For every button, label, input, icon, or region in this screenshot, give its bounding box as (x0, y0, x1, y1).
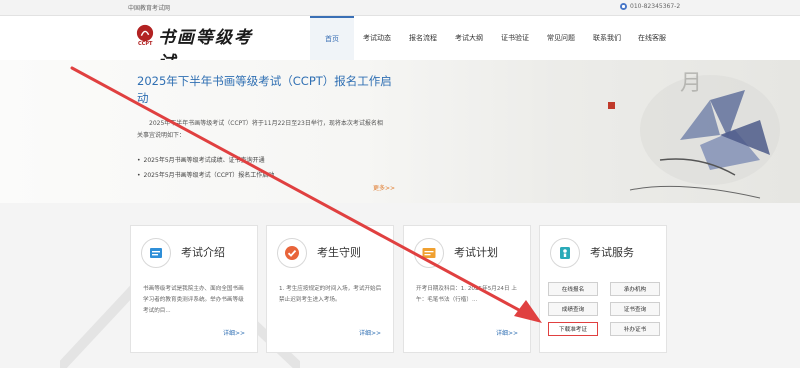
cards-section: 考试介绍 书画等级考试是我院主办、面向全国书画学习者的教育类测评系统。举办书画等… (0, 203, 800, 368)
card-rules: 考生守则 1. 考生应按规定的时间入场，考试开始后禁止迟到考生进入考场。 详细>… (266, 225, 394, 353)
card-services: 考试服务 在线报名 承办机构 成绩查询 证书查询 下载准考证 补办证书 (539, 225, 667, 353)
logo[interactable]: 书画等级考试 CCPT (134, 20, 254, 73)
banner-desc: 2025年下半年书画等级考试（CCPT）将于11月22日至23日举行，现将本次考… (137, 120, 383, 139)
card-title: 考生守则 (317, 246, 361, 259)
card-more-link[interactable]: 详细>> (496, 328, 518, 337)
reissue-certificate-button[interactable]: 补办证书 (610, 322, 660, 336)
news-list: 2025年5月书画等级考试成绩、证书查询开通 2025年5月书画等级考试（CCP… (137, 153, 275, 183)
score-query-button[interactable]: 成绩查询 (548, 302, 598, 316)
service-buttons: 在线报名 承办机构 成绩查询 证书查询 下载准考证 补办证书 (548, 282, 660, 336)
hotline-number: 010-82345367-2 (630, 3, 681, 10)
card-title: 考试计划 (454, 246, 498, 259)
card-plan: 考试计划 开考日期及科目：1. 2025年5月24日 上午：毛笔书法（行楷）..… (403, 225, 531, 353)
card-body: 书画等级考试是我院主办、面向全国书画学习者的教育类测评系统。举办书画等级考试的目… (143, 286, 244, 314)
site-name[interactable]: 中国教育考试网 (128, 3, 170, 12)
card-more-link[interactable]: 详细>> (223, 328, 245, 337)
nav-faq[interactable]: 常见问题 (538, 16, 584, 60)
card-body: 1. 考生应按规定的时间入场，考试开始后禁止迟到考生进入考场。 (279, 286, 382, 303)
news-item[interactable]: 2025年5月书画等级考试成绩、证书查询开通 (137, 153, 274, 168)
nav-certificate[interactable]: 证书验证 (492, 16, 538, 60)
service-icon (550, 238, 580, 268)
logo-sub: CCPT (138, 41, 153, 47)
banner-title[interactable]: 2025年下半年书画等级考试（CCPT）报名工作启动 (137, 73, 397, 107)
phone-icon (620, 3, 627, 10)
nav-contact[interactable]: 联系我们 (584, 16, 630, 60)
online-register-button[interactable]: 在线报名 (548, 282, 598, 296)
certificate-query-button[interactable]: 证书查询 (610, 302, 660, 316)
organizer-button[interactable]: 承办机构 (610, 282, 660, 296)
checkmark-icon (277, 238, 307, 268)
plan-icon (414, 238, 444, 268)
news-item[interactable]: 2025年5月书画等级考试（CCPT）报名工作启动 (137, 168, 275, 183)
nav-home[interactable]: 首页 (310, 16, 354, 60)
main-nav: 首页 考试动态 报名流程 考试大纲 证书验证 常见问题 联系我们 在线客服 (310, 16, 674, 60)
nav-service[interactable]: 在线客服 (630, 16, 674, 60)
download-admission-ticket-button[interactable]: 下载准考证 (548, 322, 598, 336)
intro-icon (141, 238, 171, 268)
hotline: 010-82345367-2 (620, 3, 680, 10)
nav-news[interactable]: 考试动态 (354, 16, 400, 60)
seal-icon (136, 24, 154, 42)
card-intro: 考试介绍 书画等级考试是我院主办、面向全国书画学习者的教育类测评系统。举办书画等… (130, 225, 258, 353)
banner: 月 2025年下半年书画等级考试（CCPT）报名工作启动 2025年下半年书画等… (0, 60, 800, 203)
nav-process[interactable]: 报名流程 (400, 16, 446, 60)
card-title: 考试介绍 (181, 246, 225, 259)
banner-more-link[interactable]: 更多>> (373, 183, 395, 192)
card-more-link[interactable]: 详细>> (359, 328, 381, 337)
card-title: 考试服务 (590, 246, 634, 259)
top-bar: 中国教育考试网 010-82345367-2 (0, 0, 800, 16)
ink-painting: 月 (608, 71, 780, 199)
svg-text:月: 月 (680, 71, 702, 96)
card-body: 开考日期及科目：1. 2025年5月24日 上午：毛笔书法（行楷）... (416, 286, 517, 303)
nav-syllabus[interactable]: 考试大纲 (446, 16, 492, 60)
